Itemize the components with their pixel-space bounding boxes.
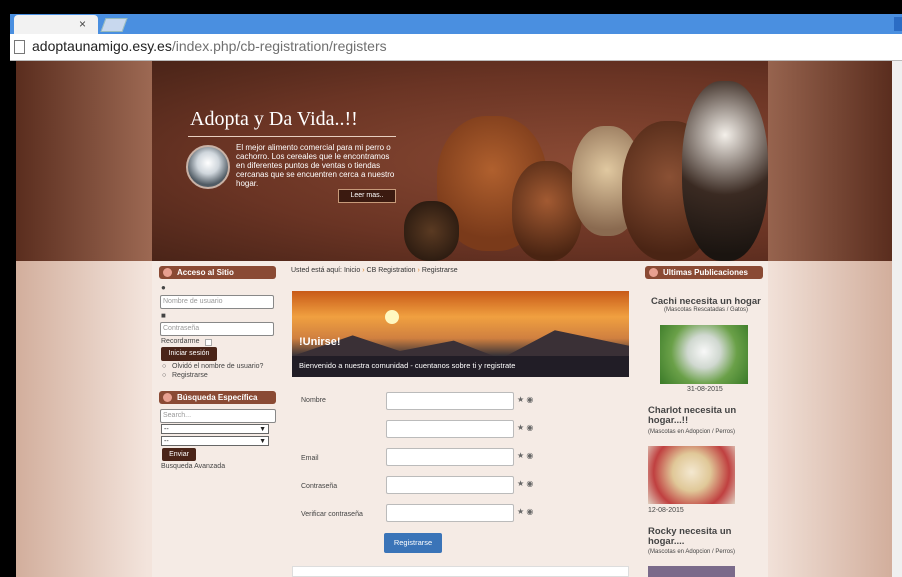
paw-icon [163, 268, 172, 277]
remember-label: Recordarme [161, 338, 200, 345]
register-link[interactable]: Registrarse [172, 372, 208, 379]
post-title[interactable]: Cachi necesita un hogar [651, 296, 761, 307]
dog-thumbnail-image[interactable] [648, 566, 735, 577]
banner-title: Adopta y Da Vida..!! [190, 108, 358, 130]
register-button[interactable]: Registrarse [384, 533, 442, 553]
advanced-search-link[interactable]: Busqueda Avanzada [161, 463, 225, 470]
required-icon: ★ ◉ [517, 395, 534, 404]
login-button[interactable]: Iniciar sesión [161, 347, 217, 361]
login-heading: Acceso al Sitio [159, 266, 276, 279]
breadcrumb: Usted está aquí: Inicio › CB Registratio… [291, 267, 458, 274]
required-icon: ★ ◉ [517, 479, 534, 488]
husky-avatar [186, 145, 230, 189]
breadcrumb-item-home[interactable]: Inicio [344, 267, 360, 274]
lock-icon: ■ [161, 311, 166, 320]
breadcrumb-separator-icon: › [362, 267, 365, 274]
url-path: /index.php/cb-registration/registers [171, 38, 387, 54]
breadcrumb-separator-icon: › [417, 267, 420, 274]
required-icon: ★ ◉ [517, 507, 534, 516]
read-more-button[interactable]: Leer mas.. [338, 189, 396, 203]
chevron-down-icon: ▼ [259, 426, 266, 433]
required-icon: ★ ◉ [517, 423, 534, 432]
form-label-email: Email [301, 455, 319, 462]
bullet-icon: ○ [162, 372, 167, 379]
search-heading-label: Búsqueda Específica [177, 393, 258, 402]
puppy-image[interactable] [648, 446, 735, 504]
paw-icon [649, 268, 658, 277]
post-date: 31-08-2015 [687, 386, 723, 393]
category-select-value: -- [164, 426, 169, 433]
page-icon [14, 40, 25, 54]
type-select-value: -- [164, 438, 169, 445]
breadcrumb-item-current: Registrarse [421, 267, 458, 274]
form-label-nombre: Nombre [301, 397, 326, 404]
post-date: 12-08-2015 [648, 507, 684, 514]
username-input[interactable]: Nombre de usuario [160, 295, 274, 309]
terms-box [292, 566, 629, 577]
chevron-down-icon: ▼ [259, 438, 266, 445]
forgot-username-link[interactable]: Olvidó el nombre de usuario? [172, 363, 263, 370]
user-icon: ● [161, 283, 166, 292]
window-control[interactable] [894, 17, 902, 31]
close-tab-icon[interactable]: × [79, 16, 86, 32]
dog-bernese-image [682, 81, 768, 261]
hero-subtitle: Bienvenido a nuestra comunidad - cuentan… [292, 356, 629, 377]
email-input[interactable] [386, 448, 514, 466]
latest-posts-heading-label: Ultimas Publicaciones [663, 268, 748, 277]
post-category: (Mascotas en Adopcion / Perros) [648, 429, 736, 435]
banner-text: El mejor alimento comercial para mi perr… [236, 143, 395, 188]
search-input[interactable]: Search... [160, 409, 276, 423]
latest-posts-heading: Ultimas Publicaciones [645, 266, 763, 279]
password-field[interactable] [386, 476, 514, 494]
login-heading-label: Acceso al Sitio [177, 268, 234, 277]
remember-checkbox[interactable] [205, 339, 212, 346]
browser-tabstrip [10, 14, 902, 34]
post-title[interactable]: Rocky necesita un hogar.... [648, 527, 758, 547]
screen: × adoptaunamigo.esy.es/index.php/cb-regi… [0, 0, 902, 577]
breadcrumb-item-cb[interactable]: CB Registration [367, 267, 416, 274]
search-heading: Búsqueda Específica [159, 391, 276, 404]
breadcrumb-prefix: Usted está aquí: [291, 267, 342, 274]
password-input[interactable]: Contraseña [160, 322, 274, 336]
form-label-verify: Verificar contraseña [301, 511, 363, 518]
required-icon: ★ ◉ [517, 451, 534, 460]
post-category: (Mascotas Rescatadas / Gatos) [664, 307, 749, 313]
username-field[interactable] [386, 420, 514, 438]
sun-image [385, 310, 399, 324]
verify-password-field[interactable] [386, 504, 514, 522]
paw-icon [163, 393, 172, 402]
kitten-image[interactable] [660, 325, 748, 384]
type-select[interactable]: -- ▼ [161, 436, 269, 446]
search-submit-button[interactable]: Enviar [162, 448, 196, 461]
banner-divider [188, 136, 396, 137]
url-text[interactable]: adoptaunamigo.esy.es/index.php/cb-regist… [32, 38, 387, 54]
url-host: adoptaunamigo.esy.es [32, 38, 172, 54]
category-select[interactable]: -- ▼ [161, 424, 269, 434]
hero-title: !Unirse! [299, 336, 341, 348]
scrollbar[interactable] [892, 61, 902, 577]
dog-yorkie-small-image [404, 201, 459, 261]
post-category: (Mascotas en Adopcion / Perros) [648, 549, 736, 555]
nombre-input[interactable] [386, 392, 514, 410]
form-label-password: Contraseña [301, 483, 338, 490]
post-title[interactable]: Charlot necesita un hogar...!! [648, 406, 758, 426]
bullet-icon: ○ [162, 363, 167, 370]
